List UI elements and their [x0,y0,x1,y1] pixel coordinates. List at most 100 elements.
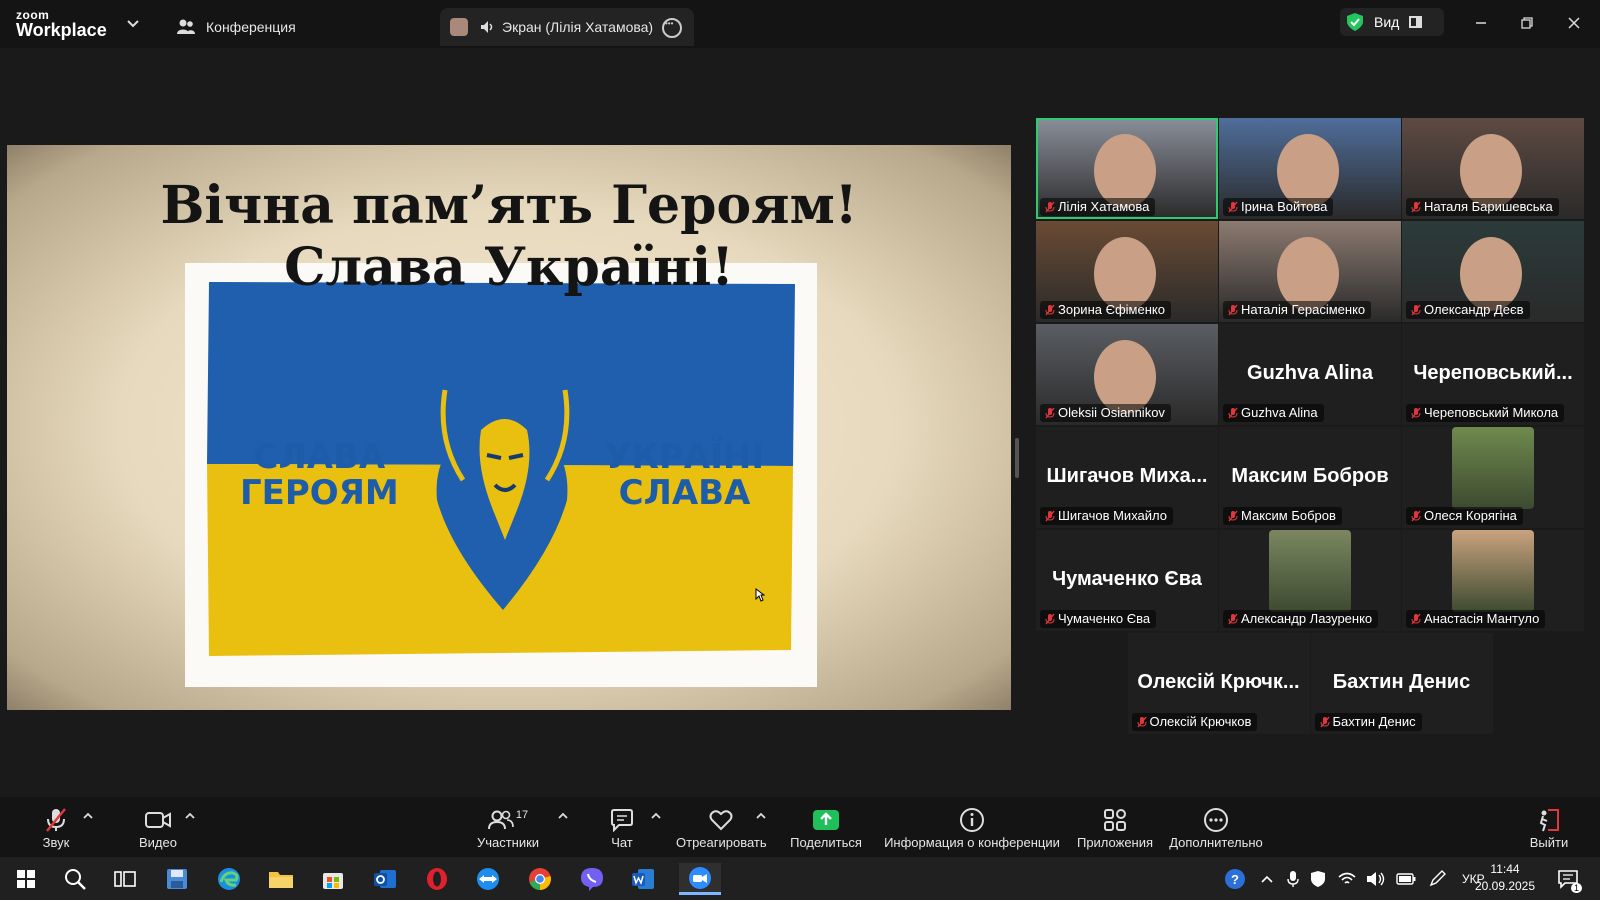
participant-name-label: Анастасія Мантуло [1406,610,1546,628]
participant-name-label: Олеся Корягіна [1406,507,1523,525]
camera-icon [145,812,171,828]
participant-tile[interactable]: Лілія Хатамова [1036,118,1218,219]
participant-name: Олеся Корягіна [1424,508,1517,523]
react-options-caret-icon[interactable] [755,811,767,821]
wifi-icon[interactable] [1338,872,1356,886]
defender-shield-icon[interactable] [1310,870,1326,888]
leave-icon [1539,809,1559,832]
title-bar: zoom Workplace Конференция Экран (Лілія … [0,0,1600,48]
participant-tile[interactable]: Анастасія Мантуло [1402,530,1584,631]
participant-name: Лілія Хатамова [1058,199,1150,214]
pen-icon[interactable] [1428,869,1446,888]
outlook-icon[interactable] [369,863,401,895]
participant-tile[interactable]: Ірина Войтова [1219,118,1401,219]
participant-tile[interactable]: Бахтин Денис Бахтин Денис [1310,633,1493,734]
react-button[interactable]: Отреагировать [676,807,767,855]
audio-button[interactable]: Звук [34,807,78,855]
chrome-icon[interactable] [524,863,556,895]
chevron-up-icon[interactable] [1260,874,1274,884]
participants-options-caret-icon[interactable] [557,811,569,821]
view-button[interactable]: Вид [1340,8,1444,36]
view-label: Вид [1374,14,1400,30]
video-button[interactable]: Видео [128,807,188,855]
mic-muted-icon [1228,201,1238,213]
participant-video-face [1460,134,1522,208]
zoom-taskbar-icon[interactable] [679,863,721,895]
participant-tile[interactable]: Наталія Герасіменко [1219,221,1401,322]
flag-slogan-left: СЛАВА ГЕРОЯМ [240,439,399,511]
participants-button[interactable]: 17 Участники [474,807,542,855]
participant-tile[interactable]: Наталя Баришевська [1402,118,1584,219]
participant-video-face [1277,237,1339,311]
file-explorer-icon[interactable] [265,863,297,895]
participant-name: Зорина Єфіменко [1058,302,1165,317]
tab-screen-label: Экран (Лілія Хатамова) [502,19,654,35]
chat-options-caret-icon[interactable] [650,811,662,821]
people-icon [177,19,195,34]
mic-muted-icon [1411,407,1421,419]
mic-muted-icon [1228,304,1238,316]
flag-right-line2: СЛАВА [618,473,751,513]
more-button[interactable]: Дополнительно [1166,807,1266,855]
chevron-down-icon[interactable] [125,15,141,31]
security-shield-icon[interactable] [1346,12,1364,32]
participant-tile[interactable]: Шигачов Миха... Шигачов Михайло [1036,427,1218,528]
search-icon[interactable] [59,863,91,895]
task-view-icon[interactable] [109,863,141,895]
leave-label: Выйти [1529,835,1569,850]
participant-name: Олександр Деєв [1424,302,1524,317]
notifications-icon[interactable]: 1 [1552,863,1584,895]
word-icon[interactable] [627,863,659,895]
participant-tile[interactable]: Максим Бобров Максим Бобров [1219,427,1401,528]
mic-muted-icon [1411,510,1421,522]
participant-tile[interactable]: Зорина Єфіменко [1036,221,1218,322]
participant-tile[interactable]: Олексій Крючк... Олексій Крючков [1127,633,1310,734]
store-icon[interactable] [317,863,349,895]
battery-icon[interactable] [1396,872,1416,885]
help-icon[interactable]: ? [1224,868,1246,890]
apps-icon [1104,809,1126,831]
participant-avatar [1452,530,1534,612]
zoom-window: zoom Workplace Конференция Экран (Лілія … [0,0,1600,857]
leave-button[interactable]: Выйти [1528,807,1570,855]
participant-tile[interactable]: Череповський... Череповський Микола [1402,324,1584,425]
opera-icon[interactable] [421,863,453,895]
tab-screen-share[interactable]: Экран (Лілія Хатамова) [440,8,694,46]
participant-tile[interactable]: Александр Лазуренко [1219,530,1401,631]
teamviewer-icon[interactable] [472,863,504,895]
edge-browser-icon[interactable] [213,863,245,895]
restore-icon[interactable] [1514,10,1540,36]
share-label: Поделиться [790,835,862,850]
share-screen-button[interactable]: Поделиться [788,807,864,855]
clock[interactable]: 11:44 20.09.2025 [1470,861,1540,895]
zoom-workplace-logo[interactable]: zoom Workplace [16,8,126,40]
participant-name: Ірина Войтова [1241,199,1328,214]
video-options-caret-icon[interactable] [184,811,196,821]
mic-muted-icon [1228,613,1238,625]
participant-video-face [1094,340,1156,414]
close-icon[interactable] [1561,10,1587,36]
participant-name: Наталя Баришевська [1424,199,1553,214]
start-button-icon[interactable] [10,863,42,895]
mic-muted-icon [1045,304,1055,316]
participant-tile[interactable]: Guzhva Alina Guzhva Alina [1219,324,1401,425]
split-view-handle[interactable] [1015,438,1019,478]
audio-options-caret-icon[interactable] [82,811,94,821]
microphone-icon[interactable] [1286,870,1300,888]
tab-conference[interactable]: Конференция [176,8,296,46]
save-app-icon[interactable] [161,863,193,895]
participant-tile[interactable]: Олександр Деєв [1402,221,1584,322]
viber-icon[interactable] [576,863,608,895]
shared-screen[interactable]: СЛАВА ГЕРОЯМ УКРАЇНІ СЛАВА Вічна пам’ять… [7,145,1011,710]
chat-button[interactable]: Чат [604,807,640,855]
participant-tile[interactable]: Чумаченко Єва Чумаченко Єва [1036,530,1218,631]
more-options-icon[interactable] [662,18,682,38]
speaker-icon [481,21,493,33]
layout-icon [1409,16,1423,28]
volume-icon[interactable] [1366,871,1386,887]
participant-tile[interactable]: Oleksii Osiannikov [1036,324,1218,425]
minimize-icon[interactable] [1468,10,1494,36]
participant-tile[interactable]: Олеся Корягіна [1402,427,1584,528]
apps-button[interactable]: Приложения [1076,807,1154,855]
meeting-info-button[interactable]: Информация о конференции [884,807,1060,855]
